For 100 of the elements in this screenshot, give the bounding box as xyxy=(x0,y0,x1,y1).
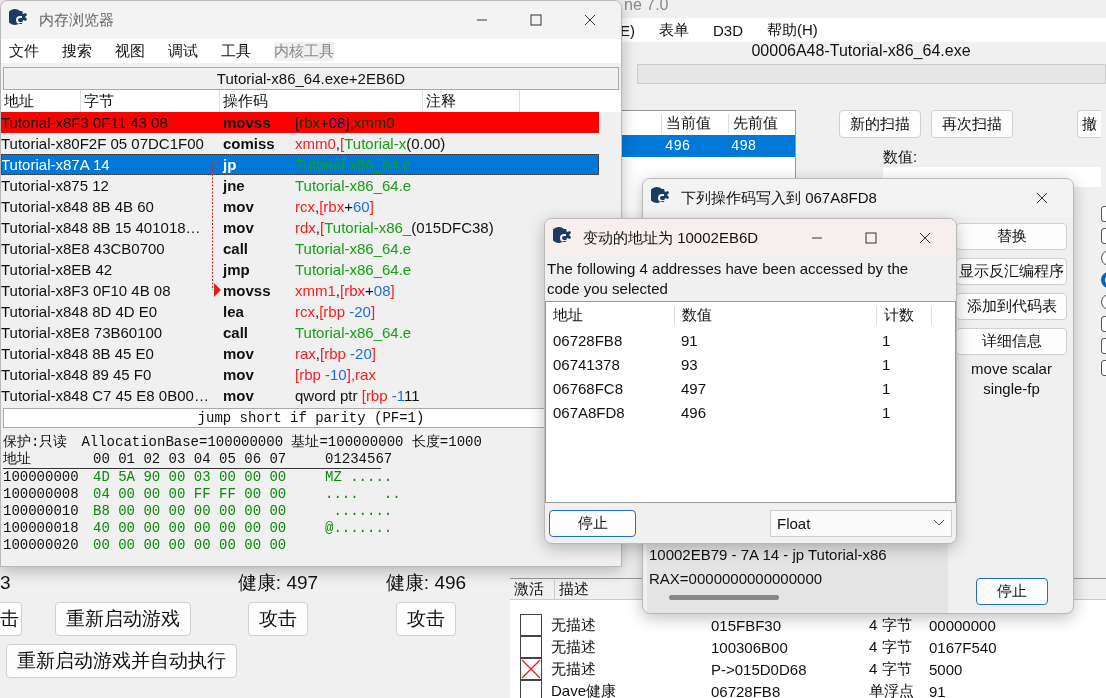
column-header: 01234567 xyxy=(325,451,393,468)
table-cell-text: Tutorial-x8E8 73B60100 xyxy=(1,324,164,341)
hex-bytes: 00 00 00 00 00 00 00 00 xyxy=(93,537,288,554)
hex-bytes: B8 00 00 00 00 00 00 00 xyxy=(93,503,288,520)
table-cell-text: 497 xyxy=(680,379,708,397)
table-cell-text: movss xyxy=(222,114,272,131)
table-cell-text: 4 字节 xyxy=(869,637,913,657)
column-header: 地址 xyxy=(3,451,32,468)
column-header: 数值 xyxy=(675,305,877,325)
table-cell-text: 91 xyxy=(680,331,699,349)
table-cell-text: comiss xyxy=(222,135,276,152)
table-cell-text: jne xyxy=(221,177,246,194)
table-cell: Tutorial-x86_64.e xyxy=(295,240,412,257)
table-cell-text: call xyxy=(222,324,250,341)
table-cell-text: 无描述 xyxy=(551,615,597,635)
table-cell-text: jmp xyxy=(221,261,251,278)
table-cell-text: Tutorial-x848 8B 4B 60 xyxy=(1,198,155,215)
table-cell-text: Tutorial-x8EB 42 xyxy=(1,261,114,278)
table-cell-text: 496 xyxy=(664,138,692,154)
ascii-text: @....... xyxy=(325,520,393,537)
table-cell: Tutorial-x86_64.e xyxy=(295,261,412,278)
table-cell-text: Tutorial-x875 12 xyxy=(1,177,110,194)
table-cell-text: call xyxy=(222,240,250,257)
hex-address: 100000010 xyxy=(3,503,80,520)
table-cell-text: 100306B00 xyxy=(711,638,789,656)
protection-text: 保护:只读 xyxy=(3,434,68,451)
table-cell-text: Tutorial-x8F3 0F10 4B 08 xyxy=(1,282,172,299)
table-cell-text: mov xyxy=(222,198,255,215)
table-cell: rax,[rbp -20] xyxy=(295,345,376,362)
hex-address: 100000018 xyxy=(3,520,80,537)
table-cell-text: 06728FB8 xyxy=(552,331,624,349)
table-cell-text: Tutorial-x848 C7 45 E8 0B00… xyxy=(1,387,210,404)
health-label: 健康: 496 xyxy=(384,571,468,595)
table-cell-text: Tutorial-x8E8 43CB0700 xyxy=(1,240,166,257)
table-cell: rcx,[rbp -20] xyxy=(295,303,376,320)
table-cell-text: 496 xyxy=(680,403,708,421)
score-text: 3 xyxy=(0,572,12,594)
table-cell-text: 067A8FD8 xyxy=(552,403,626,421)
window-title: 下列操作码写入到 067A8FD8 xyxy=(681,188,877,208)
table-cell-text: 1 xyxy=(881,355,892,373)
table-cell-text: 4 字节 xyxy=(869,615,913,635)
column-header: 地址 xyxy=(546,305,675,325)
value-label: 数值: xyxy=(883,148,919,167)
column-header: 描述 xyxy=(558,579,589,599)
table-cell-text: 4 字节 xyxy=(869,659,913,679)
hex-bytes: 04 00 00 00 FF FF 00 00 xyxy=(93,486,288,503)
ascii-text: MZ ..... xyxy=(325,469,393,486)
table-cell-text: 06768FC8 xyxy=(552,379,625,397)
table-cell-text: Tutorial-x80F2F 05 07DC1F00 xyxy=(1,135,205,152)
table-cell: Tutorial-x86_64.e xyxy=(295,156,412,173)
register-text: RAX=0000000000000000 xyxy=(649,569,824,589)
table-cell-text: P->015D0D68 xyxy=(711,660,808,678)
hex-address: 100000008 xyxy=(3,486,80,503)
hex-address: 100000020 xyxy=(3,537,80,554)
table-cell: 91 xyxy=(929,682,946,698)
table-cell: xmm0,[Tutorial-x(0.00) xyxy=(295,135,446,152)
table-cell-text: Tutorial-x848 89 45 F0 xyxy=(1,366,153,383)
table-cell: rcx,[rbx+60] xyxy=(295,198,374,215)
hex-bytes: 4D 5A 90 00 03 00 00 00 xyxy=(93,469,288,486)
column-header: 计数 xyxy=(877,305,932,325)
table-cell-text: Tutorial-x848 8B 45 E0 xyxy=(1,345,155,362)
table-cell: [rbp -10],rax xyxy=(295,366,376,383)
table-cell-text: mov xyxy=(222,219,255,236)
table-cell-text: mov xyxy=(222,387,255,404)
table-cell-text: Tutorial-x848 8D 4D E0 xyxy=(1,303,159,320)
column-header: 先前值 xyxy=(728,113,795,133)
table-cell-text: 06741378 xyxy=(552,355,621,373)
table-cell: [rbx+08],xmm0 xyxy=(295,114,395,131)
table-cell-text: mov xyxy=(222,345,255,362)
table-cell-text: 无描述 xyxy=(551,637,597,657)
window-title: 内存浏览器 xyxy=(39,10,114,30)
instruction-text: 10002EB79 - 7A 14 - jp Tutorial-x86 xyxy=(649,545,888,565)
table-cell-text: 1 xyxy=(881,379,892,397)
table-cell-text: 06728FB8 xyxy=(711,682,782,698)
table-cell-text: 498 xyxy=(730,138,758,154)
table-cell-text: 无描述 xyxy=(551,659,597,679)
table-cell: qword ptr [rbp -111 xyxy=(295,387,420,404)
table-cell-text: jp xyxy=(221,156,238,173)
table-cell: 00000000 xyxy=(929,616,996,634)
table-cell: 5000 xyxy=(929,660,963,678)
table-cell-text: movss xyxy=(222,282,272,299)
table-cell: Tutorial-x86_64.e xyxy=(295,177,412,194)
table-cell-text: Tutorial-x848 8B 15 401018… xyxy=(1,219,202,236)
table-cell-text: Tutorial-x87A 14 xyxy=(1,156,111,173)
table-cell-text: 93 xyxy=(680,355,699,373)
table-cell-text: 1 xyxy=(881,403,892,421)
description-text: move scalar single-fp xyxy=(970,359,1053,399)
table-cell-text: Tutorial-x8F3 0F11 43 08 xyxy=(1,114,169,131)
region-info: AllocationBase=100000000 基址=100000000 长度=1000 xyxy=(81,434,482,451)
column-header: 激活 xyxy=(510,579,555,599)
table-cell-text: 015FBF30 xyxy=(711,616,783,634)
hex-address: 100000000 xyxy=(3,469,80,486)
table-cell-text: lea xyxy=(222,303,245,320)
message-text: The following 4 addresses have been accessed by the code you selected xyxy=(546,259,910,299)
table-cell: rdx,[Tutorial-x86_(015DFC38) xyxy=(295,219,494,236)
health-label: 健康: 497 xyxy=(236,571,320,595)
table-cell-text: 1 xyxy=(881,331,892,349)
table-cell: 0167F540 xyxy=(929,638,997,656)
ascii-text: .... .. xyxy=(325,486,401,503)
table-cell-text: mov xyxy=(222,366,255,383)
